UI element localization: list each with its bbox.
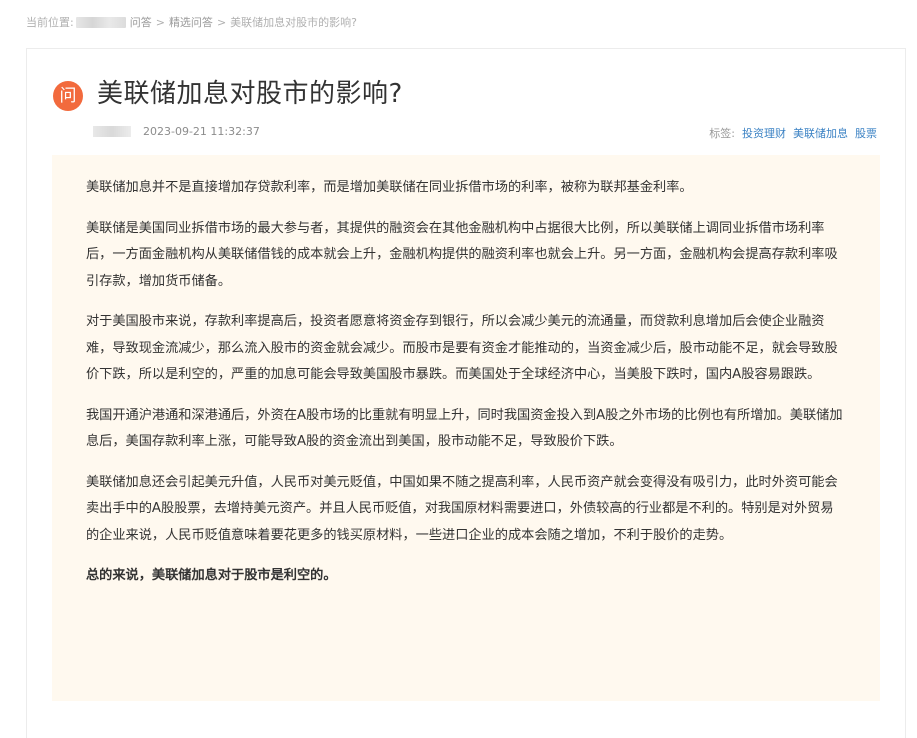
question-icon: 问 [53,81,83,111]
breadcrumb-site-link-redacted[interactable] [75,16,126,28]
question-card: 问 美联储加息对股市的影响? 2023-09-21 11:32:37 标签: 投… [26,48,906,738]
breadcrumb-separator: > [155,15,165,29]
breadcrumb-link-featured[interactable]: 精选问答 [169,14,213,30]
answer-paragraph: 美联储加息还会引起美元升值，人民币对美元贬值，中国如果不随之提高利率，人民币资产… [86,474,838,543]
tag-link-fed-rate-hike[interactable]: 美联储加息 [793,125,848,141]
answer-conclusion: 总的来说，美联储加息对于股市是利空的。 [86,568,337,583]
author-name-redacted [93,126,131,137]
tag-link-stocks[interactable]: 股票 [855,125,877,141]
tag-list: 标签: 投资理财 美联储加息 股票 [709,125,877,141]
post-datetime: 2023-09-21 11:32:37 [143,125,260,138]
answer-paragraph: 美联储加息并不是直接增加存贷款利率，而是增加美联储在同业拆借市场的利率，被称为联… [86,180,693,195]
answer-paragraph: 美联储是美国同业拆借市场的最大参与者，其提供的融资会在其他金融机构中占据很大比例… [86,220,838,289]
breadcrumb: 当前位置: 问答 > 精选问答 > 美联储加息对股市的影响? [26,14,357,30]
tags-label: 标签: [709,127,735,140]
answer-paragraph: 我国开通沪港通和深港通后，外资在A股市场的比重就有明显上升，同时我国资金投入到A… [86,407,843,450]
answer-paragraph: 对于美国股市来说，存款利率提高后，投资者愿意将资金存到银行，所以会减少美元的流通… [86,314,838,382]
breadcrumb-prefix: 当前位置: [26,16,74,29]
breadcrumb-separator: > [216,15,227,29]
question-meta: 2023-09-21 11:32:37 [93,125,260,138]
breadcrumb-current: 美联储加息对股市的影响? [230,16,357,29]
breadcrumb-link-qa[interactable]: 问答 [130,14,152,30]
page-title: 美联储加息对股市的影响? [97,79,403,109]
tag-link-investment[interactable]: 投资理财 [742,125,786,141]
answer-body: 美联储加息并不是直接增加存贷款利率，而是增加美联储在同业拆借市场的利率，被称为联… [52,155,880,701]
